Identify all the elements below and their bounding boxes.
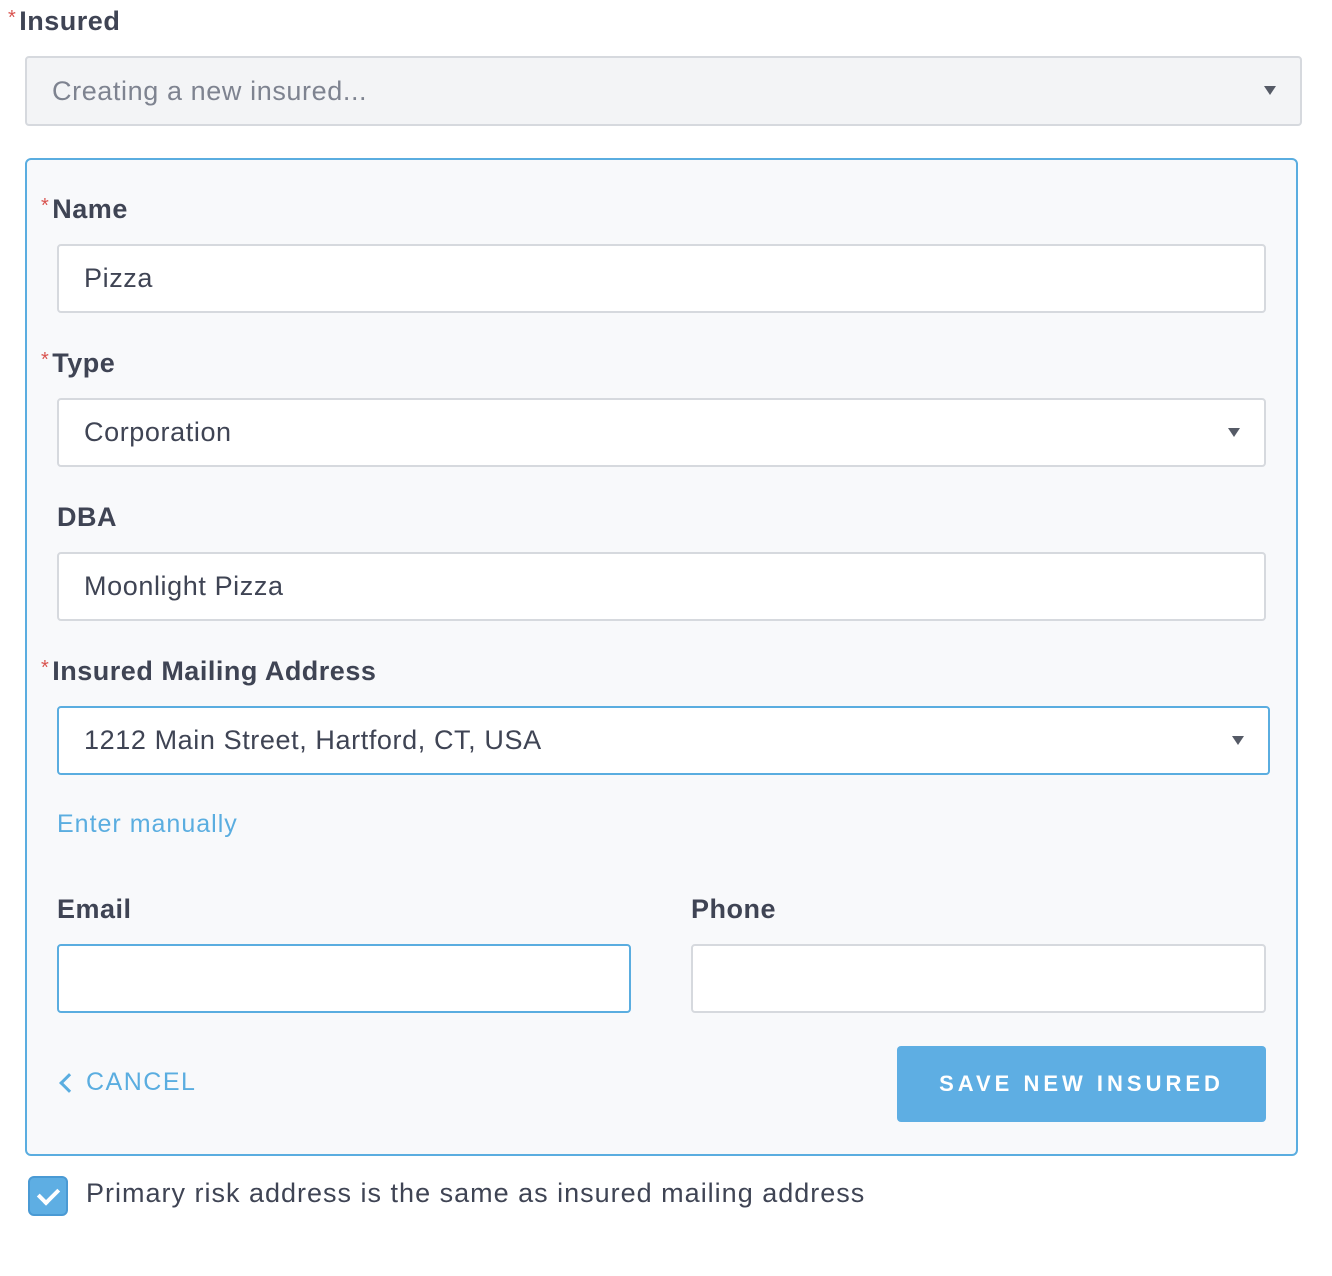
email-label: Email	[57, 894, 132, 925]
required-marker: *	[41, 195, 50, 217]
chevron-left-icon	[59, 1072, 79, 1093]
chevron-down-icon	[1264, 86, 1276, 95]
required-marker: *	[41, 657, 50, 679]
type-label-text: Type	[52, 348, 116, 378]
primary-risk-checkbox[interactable]	[28, 1176, 68, 1216]
checkmark-icon	[36, 1182, 60, 1206]
type-select-value: Corporation	[84, 417, 232, 447]
mailing-address-label: * Insured Mailing Address	[41, 656, 376, 687]
name-label-text: Name	[52, 194, 128, 224]
mailing-address-label-text: Insured Mailing Address	[52, 656, 377, 686]
insured-label-text: Insured	[19, 6, 121, 36]
save-new-insured-button[interactable]: SAVE NEW INSURED	[897, 1046, 1266, 1122]
cancel-button[interactable]: CANCEL	[58, 1068, 196, 1097]
insured-label: * Insured	[8, 6, 120, 37]
insured-select[interactable]: Creating a new insured...	[25, 56, 1302, 126]
phone-label-text: Phone	[691, 894, 777, 924]
email-label-text: Email	[57, 894, 132, 924]
mailing-address-select[interactable]: 1212 Main Street, Hartford, CT, USA	[57, 706, 1270, 775]
name-input[interactable]: Pizza	[57, 244, 1266, 313]
mailing-address-value: 1212 Main Street, Hartford, CT, USA	[84, 725, 542, 755]
phone-label: Phone	[691, 894, 776, 925]
name-label: * Name	[41, 194, 128, 225]
required-marker: *	[41, 349, 50, 371]
chevron-down-icon	[1228, 427, 1240, 437]
phone-field[interactable]	[691, 944, 1266, 1013]
type-label: * Type	[41, 348, 115, 379]
dba-input[interactable]: Moonlight Pizza	[57, 552, 1266, 621]
dba-input-value: Moonlight Pizza	[84, 571, 284, 601]
cancel-button-label: CANCEL	[86, 1068, 197, 1096]
chevron-down-icon	[1232, 735, 1244, 745]
dba-label: DBA	[57, 502, 117, 533]
type-select[interactable]: Corporation	[57, 398, 1266, 467]
enter-manually-link[interactable]: Enter manually	[57, 810, 238, 839]
name-input-value: Pizza	[84, 263, 154, 293]
dba-label-text: DBA	[57, 502, 117, 532]
primary-risk-checkbox-label[interactable]: Primary risk address is the same as insu…	[86, 1178, 865, 1209]
required-marker: *	[8, 7, 17, 29]
insured-select-value: Creating a new insured...	[52, 75, 368, 106]
email-field[interactable]	[57, 944, 631, 1013]
